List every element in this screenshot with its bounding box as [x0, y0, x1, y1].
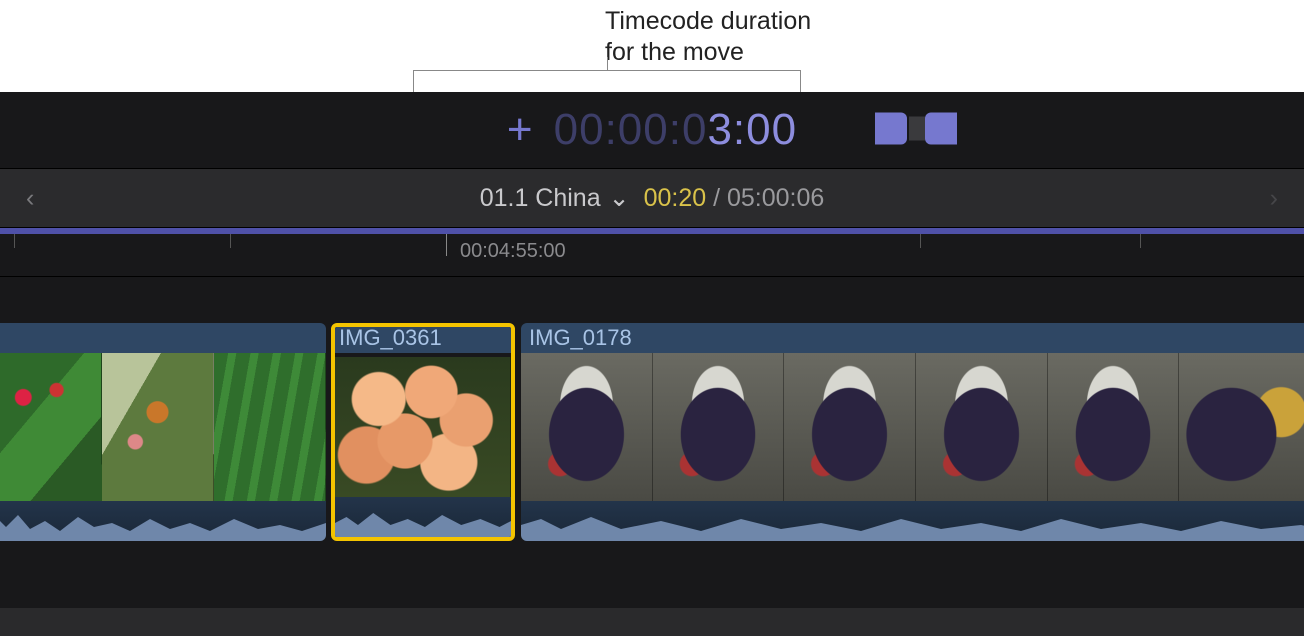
- clip-selected[interactable]: IMG_0361: [331, 323, 515, 541]
- timeline-ruler[interactable]: 00:04:55:00: [0, 234, 1304, 277]
- clip-thumbnails: [521, 353, 1304, 501]
- project-title-dropdown[interactable]: 01.1 China ⌄: [480, 183, 630, 213]
- project-total-time: 05:00:06: [727, 184, 824, 212]
- ruler-timecode-label: 00:04:55:00: [460, 240, 566, 263]
- clip-title: IMG_0361: [331, 323, 515, 353]
- timecode-bar: + 00:00:03:00: [0, 92, 1304, 168]
- clip[interactable]: [0, 323, 326, 541]
- clip-audio-waveform[interactable]: [521, 501, 1304, 541]
- project-time-readout: 00:20 / 05:00:06: [644, 184, 825, 213]
- timeline-footer-strip: [0, 608, 1304, 636]
- clip-thumbnails: [335, 357, 511, 497]
- timecode-display[interactable]: + 00:00:03:00: [507, 105, 797, 155]
- project-name: 01.1 China: [480, 184, 601, 213]
- timecode-dim-part: 00:00:0: [554, 105, 708, 155]
- clip-thumbnails: [0, 353, 326, 501]
- project-nav-bar: ‹ 01.1 China ⌄ 00:20 / 05:00:06 ›: [0, 168, 1304, 228]
- clip-audio-waveform[interactable]: [0, 501, 326, 541]
- project-current-time: 00:20: [644, 184, 707, 212]
- annotation-text: Timecode duration for the move: [605, 6, 811, 69]
- clip[interactable]: IMG_0178: [521, 323, 1304, 541]
- timeline-track[interactable]: IMG_0361 IMG_0178: [0, 323, 1304, 583]
- timeline-panel: + 00:00:03:00 ‹ 01.1 China ⌄ 00:20: [0, 92, 1304, 636]
- clip-audio-waveform[interactable]: [335, 497, 511, 537]
- clip-title: [0, 323, 326, 353]
- skimmer-snap-icon[interactable]: [873, 109, 959, 152]
- clip-title: IMG_0178: [521, 323, 1304, 353]
- next-project-button[interactable]: ›: [1270, 184, 1278, 213]
- timecode-bright-part: 3:00: [707, 105, 797, 155]
- chevron-down-icon: ⌄: [609, 183, 630, 213]
- timecode-plus-sign: +: [507, 105, 534, 155]
- prev-project-button[interactable]: ‹: [26, 184, 34, 213]
